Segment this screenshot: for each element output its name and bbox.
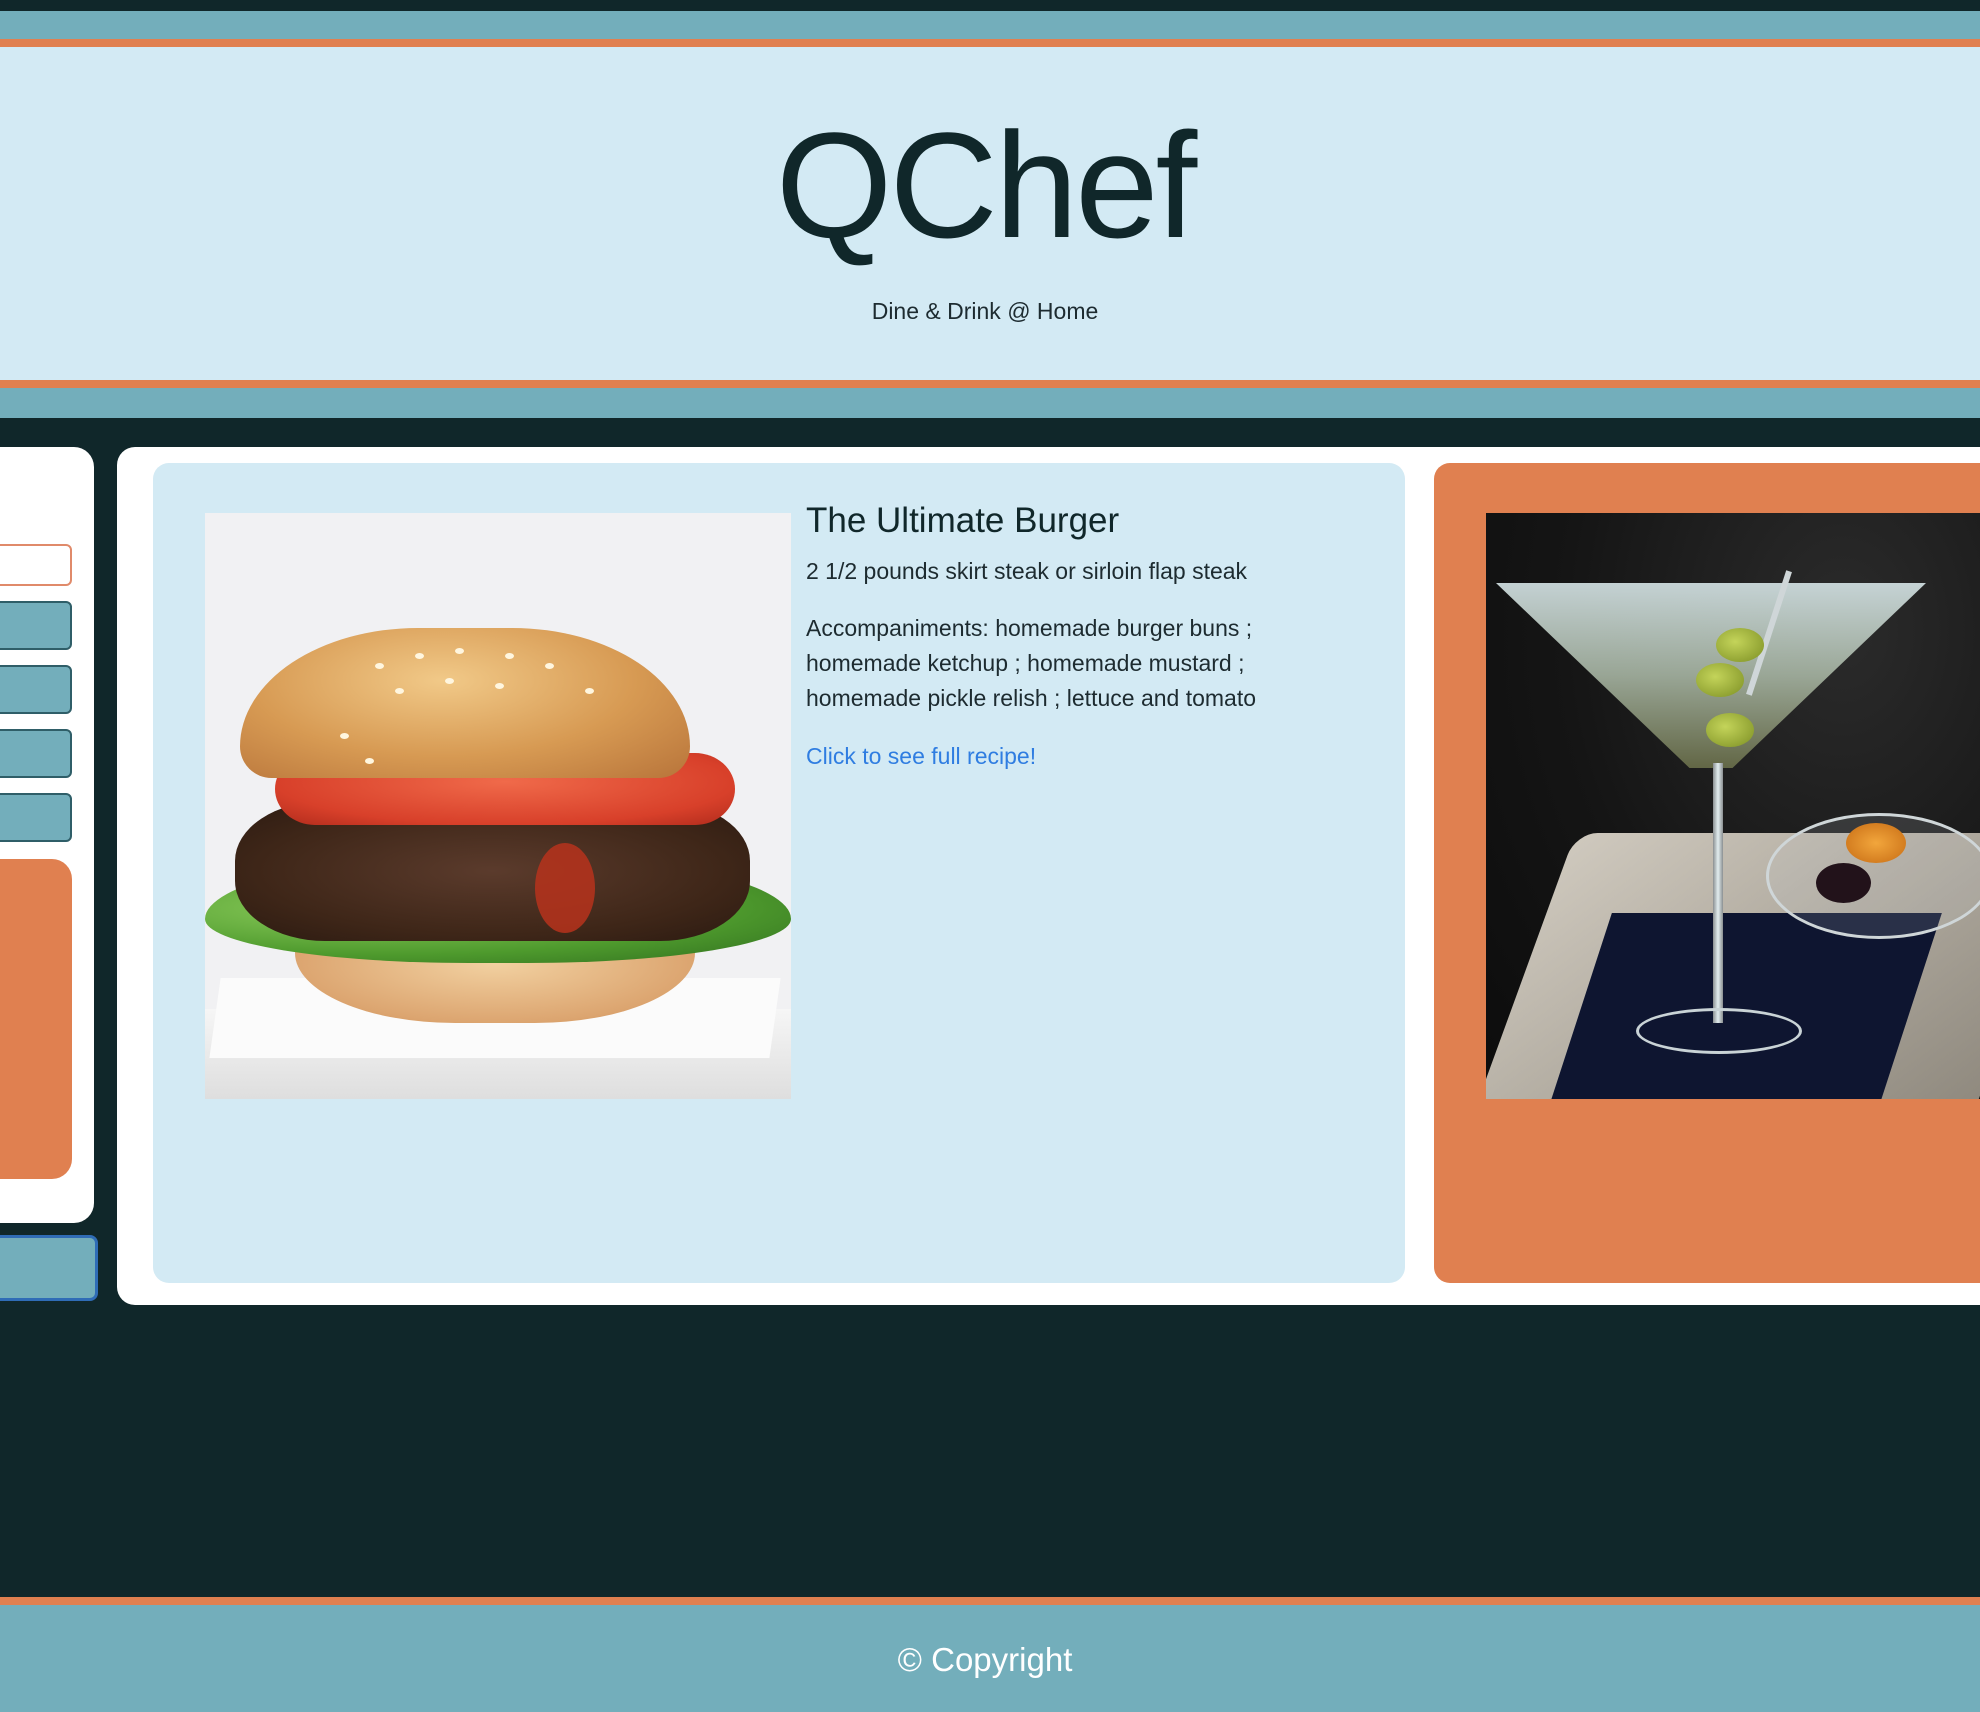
sidebar-orange-panel [0,859,72,1179]
sidebar-button-4[interactable] [0,793,72,842]
top-teal-band [0,11,1980,39]
top-orange-stripe [0,39,1980,47]
sidebar-button-3[interactable] [0,729,72,778]
copyright-text: © Copyright [897,1641,1073,1678]
recipe-title: The Ultimate Burger [806,501,1120,540]
burger-photo [205,513,791,1099]
site-title: QChef [775,101,1198,269]
top-dark-band [0,0,1980,11]
footer-orange-stripe [0,1597,1980,1605]
recipe-ingredient: 2 1/2 pounds skirt steak or sirloin flap… [806,558,1248,584]
full-recipe-link[interactable]: Click to see full recipe! [806,741,1036,771]
site-tagline: Dine & Drink @ Home [871,298,1099,324]
recipe-accompaniments: Accompaniments: homemade burger buns ; h… [806,615,1257,711]
sidebar-bottom-button[interactable] [0,1235,98,1301]
martini-photo [1486,513,1980,1099]
header-orange-stripe [0,380,1980,388]
sidebar-button-2[interactable] [0,665,72,714]
sidebar-search-input[interactable] [0,544,72,586]
header-teal-band [0,388,1980,418]
sidebar-button-1[interactable] [0,601,72,650]
